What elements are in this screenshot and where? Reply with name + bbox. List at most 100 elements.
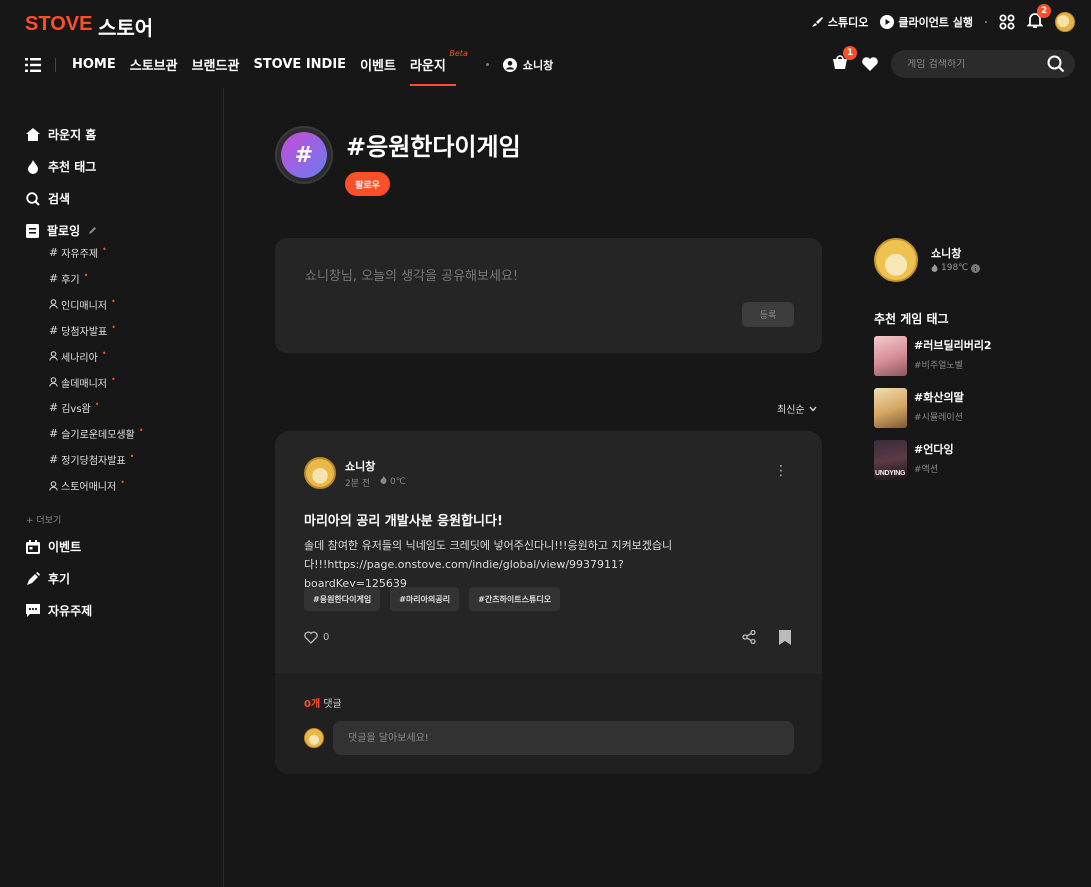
commenter-avatar bbox=[304, 728, 324, 748]
nav-stove-hall[interactable]: 스토브관 bbox=[130, 55, 178, 74]
nav-user-link[interactable]: 쇼니창 bbox=[502, 57, 553, 73]
following-item-label: 자유주제 bbox=[61, 249, 99, 260]
following-item[interactable]: 인디매니저 • bbox=[49, 297, 116, 312]
comment-section: 0개 댓글 bbox=[275, 673, 822, 774]
more-options-icon[interactable]: ⋮ bbox=[774, 463, 788, 479]
sidebar-item-search[interactable]: 검색 bbox=[26, 190, 70, 207]
more-button[interactable]: + 더보기 bbox=[26, 513, 61, 526]
nav-stove-indie[interactable]: STOVE INDIE bbox=[253, 57, 346, 72]
following-item[interactable]: # 자유주제 • bbox=[49, 245, 107, 260]
following-item-label: 세나리아 bbox=[61, 352, 98, 364]
client-run-link[interactable]: 클라이언트 실행 bbox=[880, 14, 973, 30]
cart-button[interactable]: 1 bbox=[831, 46, 857, 74]
following-item[interactable]: # 당첨자발표 • bbox=[49, 323, 116, 338]
post-tag-chip[interactable]: #마리아의공리 bbox=[390, 587, 460, 611]
post-body[interactable]: 솔데 참여한 유저들의 닉네임도 크레딧에 넣어주신다니!!!응원하고 지켜보겠… bbox=[304, 536, 714, 593]
sidebar-item-lounge-home[interactable]: 라운지 홈 bbox=[26, 126, 96, 143]
like-button[interactable]: 0 bbox=[304, 631, 329, 644]
apps-grid-icon[interactable] bbox=[999, 14, 1015, 30]
following-item[interactable]: # 후기 • bbox=[49, 271, 88, 286]
game-search-input[interactable] bbox=[907, 58, 1037, 70]
following-item-label: 정기당첨자발표 bbox=[61, 456, 126, 468]
follow-button[interactable]: 팔로우 bbox=[345, 172, 390, 196]
composer-submit-button[interactable]: 등록 bbox=[742, 302, 794, 327]
recommended-text: #화산의딸 #시뮬레이션 bbox=[914, 388, 964, 428]
post-tag-chip[interactable]: #응원한다이게임 bbox=[304, 587, 381, 611]
nav-lounge[interactable]: 라운지 Beta bbox=[409, 49, 468, 86]
following-item-label: 김vs왐 bbox=[61, 404, 91, 416]
sort-dropdown[interactable]: 최신순 bbox=[777, 401, 817, 416]
studio-link[interactable]: 스튜디오 bbox=[810, 14, 868, 30]
user-avatar[interactable] bbox=[1055, 12, 1075, 32]
bookmark-icon[interactable] bbox=[779, 630, 791, 645]
profile-avatar[interactable] bbox=[874, 238, 918, 282]
author-avatar[interactable] bbox=[304, 457, 336, 489]
following-item-label: 스토어매니저 bbox=[61, 482, 117, 494]
sidebar-item-following[interactable]: 팔로잉 bbox=[26, 222, 97, 239]
composer-placeholder[interactable]: 쇼니창님, 오늘의 생각을 공유해보세요! bbox=[305, 265, 518, 284]
document-icon bbox=[26, 223, 39, 238]
user-outline-icon bbox=[49, 377, 58, 387]
sidebar-label: 자유주제 bbox=[48, 604, 93, 618]
post-author[interactable]: 쇼니창 bbox=[345, 458, 375, 474]
sidebar-item-free-topic[interactable]: 자유주제 bbox=[26, 602, 92, 619]
tag-hash-avatar: # bbox=[275, 126, 333, 184]
new-indicator-icon: • bbox=[138, 426, 144, 436]
recommended-genre: #시뮬레이션 bbox=[914, 413, 963, 423]
sidebar-label: 팔로잉 bbox=[47, 224, 81, 238]
following-item[interactable]: # 슬기로운데모생활 • bbox=[49, 426, 144, 441]
post-composer[interactable]: 쇼니창님, 오늘의 생각을 공유해보세요! 등록 bbox=[275, 238, 822, 353]
stove-logo[interactable]: STOVE bbox=[25, 13, 92, 36]
profile-temp-value: 198℃ bbox=[941, 263, 969, 273]
main-nav: HOME 스토브관 브랜드관 STOVE INDIE 이벤트 라운지 Beta 쇼… bbox=[25, 49, 553, 86]
recommended-item[interactable]: UNDYING #언다잉 #액션 bbox=[874, 440, 954, 480]
following-item[interactable]: 세나리아 • bbox=[49, 349, 107, 364]
top-utility-bar: 스튜디오 클라이언트 실행 2 bbox=[810, 4, 1075, 32]
following-item[interactable]: 솔데매니저 • bbox=[49, 375, 116, 390]
user-outline-icon bbox=[49, 299, 58, 309]
recommended-item[interactable]: #화산의딸 #시뮬레이션 bbox=[874, 388, 964, 428]
following-item[interactable]: # 정기당첨자발표 • bbox=[49, 452, 134, 467]
sidebar-item-recommended-tags[interactable]: 추천 태그 bbox=[26, 158, 96, 175]
game-thumbnail bbox=[874, 336, 907, 376]
heart-icon[interactable] bbox=[861, 56, 879, 72]
new-indicator-icon: • bbox=[94, 400, 100, 410]
store-logo[interactable]: 스토어 bbox=[98, 12, 153, 41]
nav-home[interactable]: HOME bbox=[72, 57, 116, 72]
heart-outline-icon bbox=[304, 631, 318, 644]
recommended-name: #언다잉 bbox=[914, 443, 954, 456]
comment-count-label: 댓글 bbox=[320, 699, 342, 710]
beta-label: Beta bbox=[449, 49, 468, 58]
post-tags: #응원한다이게임 #마리아의공리 #간츠하이트스튜디오 bbox=[304, 587, 561, 611]
sidebar-item-event[interactable]: 이벤트 bbox=[26, 538, 81, 555]
separator-dot bbox=[985, 21, 987, 23]
hash-icon: # bbox=[49, 323, 59, 337]
nav-brand-hall[interactable]: 브랜드관 bbox=[192, 55, 240, 74]
hash-icon: # bbox=[49, 271, 59, 285]
post-meta: 2분 전 0℃ bbox=[345, 476, 406, 489]
post-card: 쇼니창 2분 전 0℃ ⋮ 마리아의 공리 개발사분 응원합니다! 솔데 참여한… bbox=[275, 431, 822, 774]
following-item[interactable]: 스토어매니저 • bbox=[49, 478, 125, 493]
profile-temp: 198℃ bbox=[931, 263, 981, 273]
post-temp-wrap: 0℃ bbox=[380, 476, 406, 489]
menu-list-icon[interactable] bbox=[25, 57, 41, 72]
sidebar-item-review[interactable]: 후기 bbox=[26, 570, 70, 587]
recommended-item[interactable]: #러브딜리버리2 #비주얼노벨 bbox=[874, 336, 992, 376]
info-icon[interactable] bbox=[971, 263, 981, 273]
hash-icon: # bbox=[49, 427, 59, 441]
post-tag-chip[interactable]: #간츠하이트스튜디오 bbox=[469, 587, 561, 611]
post-title[interactable]: 마리아의 공리 개발사분 응원합니다! bbox=[304, 510, 503, 529]
search-icon[interactable] bbox=[1047, 55, 1065, 73]
share-icon[interactable] bbox=[742, 630, 756, 644]
profile-name[interactable]: 쇼니창 bbox=[931, 245, 961, 261]
pencil-icon[interactable] bbox=[88, 226, 97, 235]
comment-input[interactable] bbox=[333, 721, 794, 755]
nav-event[interactable]: 이벤트 bbox=[360, 55, 396, 74]
game-thumbnail bbox=[874, 388, 907, 428]
following-item[interactable]: # 김vs왐 • bbox=[49, 400, 99, 415]
notification-button[interactable]: 2 bbox=[1026, 4, 1051, 32]
chevron-down-icon bbox=[809, 406, 817, 412]
new-indicator-icon: • bbox=[111, 296, 116, 306]
sidebar-label: 추천 태그 bbox=[48, 160, 97, 174]
hash-icon: # bbox=[49, 246, 59, 259]
